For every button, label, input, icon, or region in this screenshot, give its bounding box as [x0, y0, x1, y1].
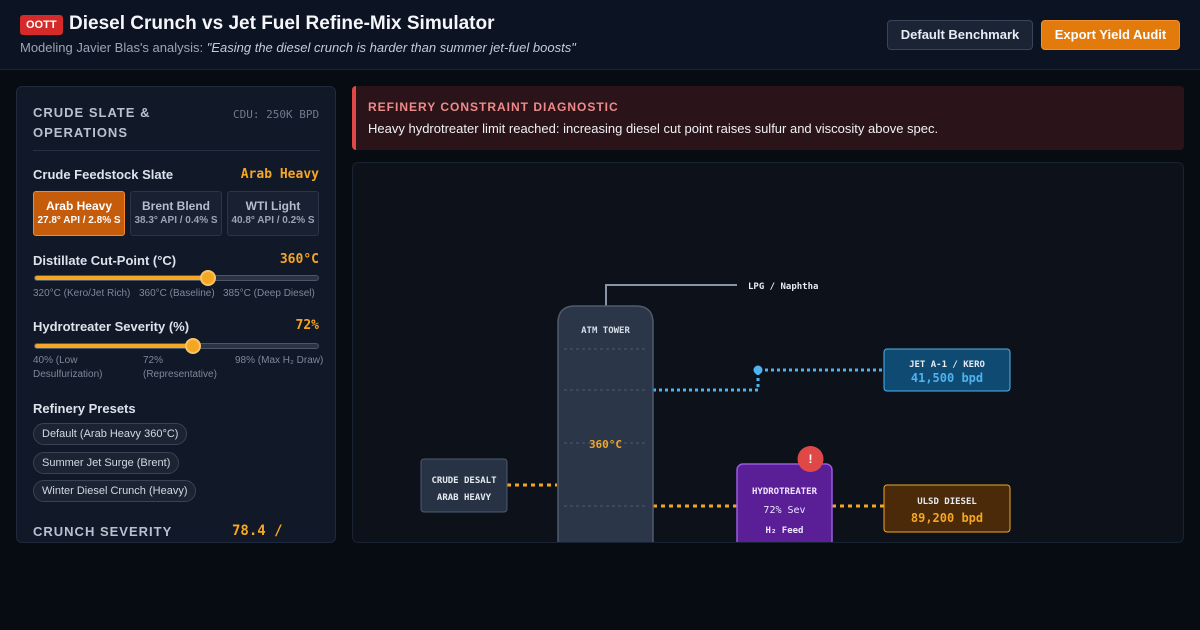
crude-option-name: WTI Light [245, 199, 301, 213]
preset-default[interactable]: Default (Arab Heavy 360°C) [33, 423, 188, 445]
slider-thumb[interactable] [199, 270, 216, 286]
jet-label: JET A-1 / KERO [909, 360, 985, 370]
cdu-capacity: CDU: 250K BPD [233, 108, 320, 121]
slider-thumb[interactable] [185, 338, 202, 354]
crude-option-spec: 27.8° API / 2.8% S [37, 215, 121, 226]
refinery-schematic: LPG / Naphtha ATM TOWER 360°C CRUDE DESA… [352, 162, 1184, 543]
crude-option-spec: 38.3° API / 0.4% S [134, 215, 218, 226]
export-yield-audit-button[interactable]: Export Yield Audit [1041, 20, 1180, 50]
crude-desalter[interactable]: CRUDE DESALT ARAB HEAVY [420, 458, 508, 513]
atm-tower[interactable]: ATM TOWER 360°C [557, 305, 654, 543]
crude-option-name: Arab Heavy [45, 199, 113, 213]
lpg-line [605, 284, 737, 306]
alert-message: Heavy hydrotreater limit reached: increa… [368, 121, 939, 136]
cut-point-value: 360°C [279, 252, 319, 267]
jet-junction-node [753, 365, 763, 375]
slider-fill [35, 276, 208, 280]
crude-slate-panel: CRUDE SLATE & OPERATIONS CDU: 250K BPD C… [16, 86, 336, 543]
jet-product-box[interactable]: JET A-1 / KERO 41,500 bpd [883, 348, 1011, 392]
severity-tick-min: 40% (Low Desulfurization) [33, 355, 103, 380]
app-subtitle: Modeling Javier Blas's analysis: "Easing… [20, 40, 576, 55]
severity-value: 72% [295, 318, 319, 333]
cut-point-tick-mid: 360°C (Baseline) [139, 288, 215, 299]
cut-point-label: Distillate Cut-Point (°C) [33, 253, 177, 268]
presets-label: Refinery Presets [33, 401, 136, 416]
tower-label: ATM TOWER [581, 326, 630, 336]
feedstock-label: Crude Feedstock Slate [33, 167, 174, 182]
default-benchmark-button[interactable]: Default Benchmark [887, 20, 1033, 50]
constraint-alert: REFINERY CONSTRAINT DIAGNOSTIC Heavy hyd… [352, 86, 1184, 150]
diesel-product-box[interactable]: ULSD DIESEL 89,200 bpd [883, 484, 1011, 533]
slider-fill [35, 344, 194, 348]
crude-option-arab-heavy[interactable]: Arab Heavy 27.8° API / 2.8% S [33, 191, 125, 236]
jet-yield: 41,500 bpd [911, 371, 983, 385]
cut-point-slider[interactable] [34, 270, 319, 286]
severity-tick-mid: 72% (Representative) [143, 355, 217, 380]
crude-option-name: Brent Blend [141, 199, 210, 213]
diesel-label: ULSD DIESEL [917, 497, 977, 507]
crunch-severity-value: 78.4 / [232, 523, 283, 539]
subtitle-quote: "Easing the diesel crunch is harder than… [206, 40, 576, 55]
preset-winter-diesel-crunch[interactable]: Winter Diesel Crunch (Heavy) [33, 480, 197, 502]
hydrotreater-label: HYDROTREATER [752, 487, 818, 497]
warning-glyph: ! [809, 452, 813, 466]
lpg-label: LPG / Naphtha [748, 282, 818, 292]
severity-label: Hydrotreater Severity (%) [33, 319, 190, 334]
subtitle-prefix: Modeling Javier Blas's analysis: [20, 40, 207, 55]
desalter-crude: ARAB HEAVY [437, 493, 492, 503]
ticker-badge: OOTT [20, 15, 63, 35]
crude-option-spec: 40.8° API / 0.2% S [231, 215, 315, 226]
crude-option-brent-blend[interactable]: Brent Blend 38.3° API / 0.4% S [130, 191, 222, 236]
diesel-yield: 89,200 bpd [911, 511, 983, 525]
severity-tick-max: 98% (Max H₂ Draw) [235, 355, 324, 366]
preset-summer-jet-surge[interactable]: Summer Jet Surge (Brent) [33, 452, 180, 474]
cut-point-tick-max: 385°C (Deep Diesel) [223, 288, 315, 299]
desalter-label: CRUDE DESALT [431, 476, 497, 486]
panel-title: CRUDE SLATE & OPERATIONS [33, 105, 151, 140]
tower-cut-point: 360°C [589, 438, 622, 451]
severity-slider[interactable] [34, 338, 319, 354]
schematic-canvas: LPG / Naphtha ATM TOWER 360°C CRUDE DESA… [420, 282, 1011, 543]
panel-divider [33, 150, 320, 151]
cut-point-tick-min: 320°C (Kero/Jet Rich) [33, 288, 131, 299]
app-title: Diesel Crunch vs Jet Fuel Refine-Mix Sim… [69, 13, 495, 34]
feedstock-value: Arab Heavy [240, 167, 319, 182]
warning-icon[interactable]: ! [797, 446, 824, 472]
crunch-severity-label: CRUNCH SEVERITY [33, 524, 173, 539]
jet-product-line [653, 368, 885, 392]
hydrotreater-h2-feed: H₂ Feed [766, 526, 804, 536]
alert-title: REFINERY CONSTRAINT DIAGNOSTIC [368, 100, 619, 114]
crude-option-wti-light[interactable]: WTI Light 40.8° API / 0.2% S [227, 191, 319, 236]
app-header: OOTT Diesel Crunch vs Jet Fuel Refine-Mi… [0, 0, 1200, 70]
hydrotreater-severity: 72% Sev [763, 505, 805, 516]
hydrotreater-unit[interactable]: HYDROTREATER 72% Sev H₂ Feed [736, 463, 833, 543]
